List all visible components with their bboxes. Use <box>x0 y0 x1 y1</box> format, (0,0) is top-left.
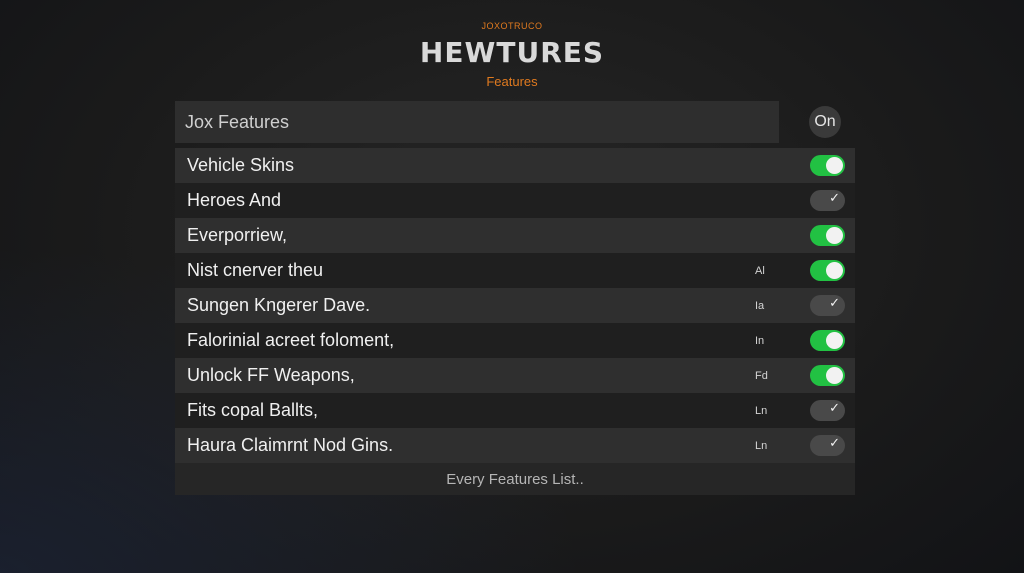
feature-row[interactable]: Haura Claimrnt Nod Gins. Ln ✓ <box>175 428 855 463</box>
feature-tag: Ia <box>755 299 765 312</box>
feature-tag: Ln <box>755 404 768 417</box>
feature-tag: In <box>755 334 765 347</box>
brand-kicker: JOXOTRUCO <box>481 21 543 31</box>
feature-tag: Al <box>755 264 765 277</box>
feature-toggle[interactable] <box>810 365 845 386</box>
feature-row[interactable]: Sungen Kngerer Dave. Ia ✓ <box>175 288 855 323</box>
feature-toggle[interactable]: ✓ <box>810 435 845 456</box>
feature-toggle[interactable]: ✓ <box>810 190 845 211</box>
feature-list: Vehicle Skins Heroes And ✓ Everporriew, Nist… <box>175 148 855 463</box>
page-subtitle: Features <box>486 74 538 89</box>
feature-row[interactable]: Fits copal Ballts, Ln ✓ <box>175 393 855 428</box>
master-on-button[interactable]: On <box>809 106 841 138</box>
feature-label: Nist cnerver theu <box>187 260 324 280</box>
feature-label: Heroes And <box>187 190 282 210</box>
features-header-title: Jox Features <box>175 101 779 143</box>
feature-label: Haura Claimrnt Nod Gins. <box>187 435 394 455</box>
check-icon: ✓ <box>829 401 840 416</box>
feature-toggle[interactable] <box>810 155 845 176</box>
feature-label: Vehicle Skins <box>187 155 295 175</box>
feature-label: Unlock FF Weapons, <box>187 365 355 385</box>
feature-toggle[interactable]: ✓ <box>810 400 845 421</box>
feature-row[interactable]: Nist cnerver theu Al <box>175 253 855 288</box>
feature-row[interactable]: Vehicle Skins <box>175 148 855 183</box>
check-icon: ✓ <box>829 296 840 311</box>
check-icon: ✓ <box>829 191 840 206</box>
feature-label: Fits copal Ballts, <box>187 400 319 420</box>
feature-toggle[interactable] <box>810 330 845 351</box>
feature-toggle[interactable] <box>810 225 845 246</box>
feature-toggle[interactable]: ✓ <box>810 295 845 316</box>
feature-tag: Fd <box>755 369 768 382</box>
check-icon: ✓ <box>829 436 840 451</box>
feature-row[interactable]: Heroes And ✓ <box>175 183 855 218</box>
feature-row[interactable]: Falorinial acreet foloment, In <box>175 323 855 358</box>
feature-label: Sungen Kngerer Dave. <box>187 295 371 315</box>
feature-label: Everporriew, <box>187 225 288 245</box>
feature-tag: Ln <box>755 439 768 452</box>
page-title: HEWTURES <box>419 36 605 69</box>
feature-toggle[interactable] <box>810 260 845 281</box>
features-header: Jox Features On <box>175 101 855 143</box>
feature-label: Falorinial acreet foloment, <box>187 330 395 350</box>
feature-row[interactable]: Unlock FF Weapons, Fd <box>175 358 855 393</box>
feature-row[interactable]: Everporriew, <box>175 218 855 253</box>
features-list-footer[interactable]: Every Features List.. <box>175 463 855 495</box>
